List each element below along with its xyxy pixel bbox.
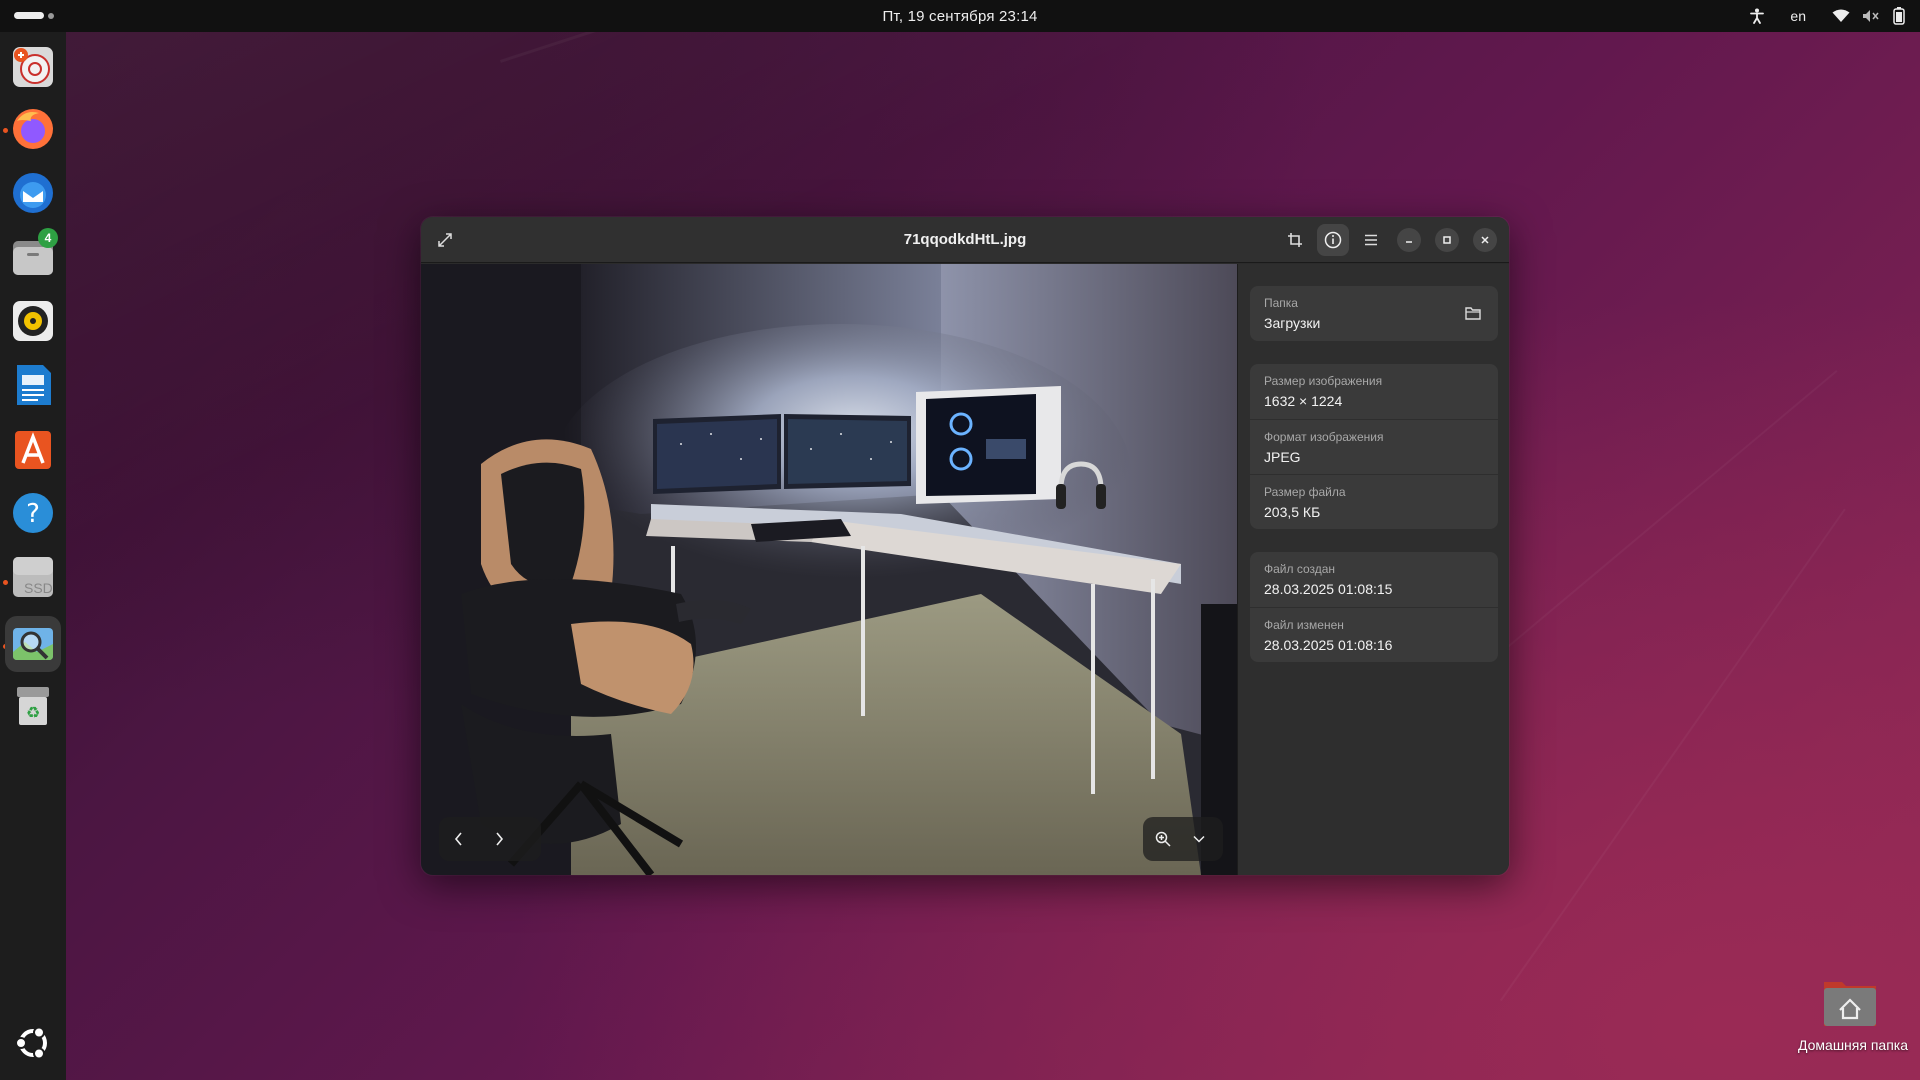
workspace-indicator-active — [14, 12, 44, 19]
window-title: 71qqodkdHtL.jpg — [903, 231, 1027, 248]
chevron-down-icon — [1193, 835, 1205, 843]
running-indicator — [3, 128, 8, 133]
image-size-value: 1632 × 1224 — [1264, 393, 1343, 409]
crop-icon — [1288, 233, 1302, 247]
zoom-controls — [1143, 817, 1223, 861]
hamburger-menu-icon — [1365, 234, 1377, 246]
image-canvas[interactable] — [421, 264, 1237, 875]
dock-item-rhythmbox[interactable] — [10, 298, 56, 344]
dock-item-disk-usage-analyzer[interactable] — [10, 44, 56, 90]
properties-button[interactable] — [1317, 224, 1349, 256]
chevron-left-icon — [454, 832, 462, 846]
file-size-label: Размер файла — [1264, 485, 1346, 499]
activities-button[interactable] — [14, 12, 54, 19]
dock-item-thunderbird[interactable] — [10, 170, 56, 216]
modified-row: Файл изменен 28.03.2025 01:08:16 — [1250, 607, 1498, 662]
zoom-in-icon — [1155, 831, 1171, 847]
created-row: Файл создан 28.03.2025 01:08:15 — [1250, 552, 1498, 607]
dock-item-trash[interactable]: ♻ — [10, 682, 56, 728]
folder-row: Папка Загрузки — [1250, 286, 1498, 341]
home-folder-icon[interactable] — [1822, 976, 1878, 1028]
dock-item-app-center[interactable] — [10, 426, 56, 472]
file-size-row: Размер файла 203,5 КБ — [1250, 474, 1498, 529]
trash-icon: ♻ — [17, 687, 49, 725]
status-icons[interactable] — [1832, 7, 1906, 25]
header-bar[interactable]: 71qqodkdHtL.jpg — [421, 217, 1509, 263]
image-viewer-window: 71qqodkdHtL.jpg Папка Загрузки Размер из… — [421, 217, 1509, 875]
system-tray[interactable]: en — [1750, 0, 1906, 32]
home-folder-label[interactable]: Домашняя папка — [1790, 1037, 1916, 1053]
info-icon — [1324, 231, 1342, 249]
photo — [421, 264, 1237, 875]
maximize-button[interactable] — [1431, 224, 1463, 256]
firefox-icon — [13, 109, 53, 149]
top-bar: Пт, 19 сентября 23:14 en — [0, 0, 1920, 32]
battery-icon — [1892, 7, 1906, 25]
zoom-menu-button[interactable] — [1183, 817, 1215, 861]
fullscreen-icon — [438, 233, 452, 247]
next-image-button[interactable] — [479, 817, 519, 861]
dock-item-libreoffice-writer[interactable] — [10, 362, 56, 408]
svg-text:?: ? — [26, 499, 40, 529]
date-time[interactable]: Пт, 19 сентября 23:14 — [882, 8, 1037, 25]
open-folder-button[interactable] — [1458, 298, 1488, 328]
running-indicator — [3, 580, 8, 585]
drive-label: SSD — [24, 580, 53, 596]
accessibility-icon[interactable] — [1750, 8, 1765, 24]
properties-sidebar: Папка Загрузки Размер изображения 1632 ×… — [1237, 264, 1509, 875]
zoom-in-button[interactable] — [1143, 817, 1183, 861]
wifi-icon — [1832, 9, 1850, 23]
image-format-row: Формат изображения JPEG — [1250, 419, 1498, 474]
dock-item-firefox[interactable] — [10, 106, 56, 152]
file-size-value: 203,5 КБ — [1264, 504, 1321, 520]
ubuntu-logo-icon — [15, 1026, 47, 1060]
created-value: 28.03.2025 01:08:15 — [1264, 581, 1393, 597]
image-size-row: Размер изображения 1632 × 1224 — [1250, 364, 1498, 419]
folder-label: Папка — [1264, 296, 1298, 310]
disk-usage-analyzer-icon — [13, 47, 53, 87]
crop-button[interactable] — [1279, 224, 1311, 256]
navigation-controls — [439, 817, 541, 861]
folder-value: Загрузки — [1264, 315, 1321, 331]
thunderbird-icon — [13, 173, 53, 213]
fullscreen-button[interactable] — [429, 224, 461, 256]
folder-icon — [1465, 307, 1481, 320]
chevron-right-icon — [496, 832, 504, 846]
svg-text:♻: ♻ — [26, 703, 40, 722]
volume-muted-icon — [1862, 9, 1880, 23]
help-icon: ? — [13, 493, 53, 533]
minimize-icon — [1406, 241, 1412, 243]
notification-badge: 4 — [38, 228, 58, 248]
created-label: Файл создан — [1264, 562, 1336, 576]
previous-image-button[interactable] — [439, 817, 479, 861]
minimize-button[interactable] — [1393, 224, 1425, 256]
show-apps-button[interactable] — [10, 1020, 56, 1066]
dock-item-ssd-drive[interactable]: SSD — [10, 554, 56, 600]
dock-item-help[interactable]: ? — [10, 490, 56, 536]
main-menu-button[interactable] — [1355, 224, 1387, 256]
close-icon — [1481, 236, 1489, 244]
dock: 4 ? SSD ♻ — [0, 32, 66, 1080]
maximize-icon — [1443, 236, 1451, 244]
app-center-icon — [15, 431, 51, 469]
writer-icon — [17, 365, 51, 405]
home-folder-graphic — [1824, 982, 1876, 1026]
dock-item-files[interactable]: 4 — [10, 228, 58, 280]
dock-item-image-viewer[interactable] — [5, 616, 61, 672]
image-format-label: Формат изображения — [1264, 430, 1384, 444]
keyboard-layout[interactable]: en — [1790, 8, 1806, 24]
workspace-indicator — [48, 12, 54, 19]
file-dates-card: Файл создан 28.03.2025 01:08:15 Файл изм… — [1250, 552, 1498, 662]
rhythmbox-icon — [13, 301, 53, 341]
image-size-label: Размер изображения — [1264, 374, 1383, 388]
modified-value: 28.03.2025 01:08:16 — [1264, 637, 1393, 653]
close-button[interactable] — [1469, 224, 1501, 256]
folder-card: Папка Загрузки — [1250, 286, 1498, 341]
image-format-value: JPEG — [1264, 449, 1301, 465]
image-viewer-icon — [13, 628, 53, 660]
modified-label: Файл изменен — [1264, 618, 1344, 632]
image-details-card: Размер изображения 1632 × 1224 Формат из… — [1250, 364, 1498, 529]
